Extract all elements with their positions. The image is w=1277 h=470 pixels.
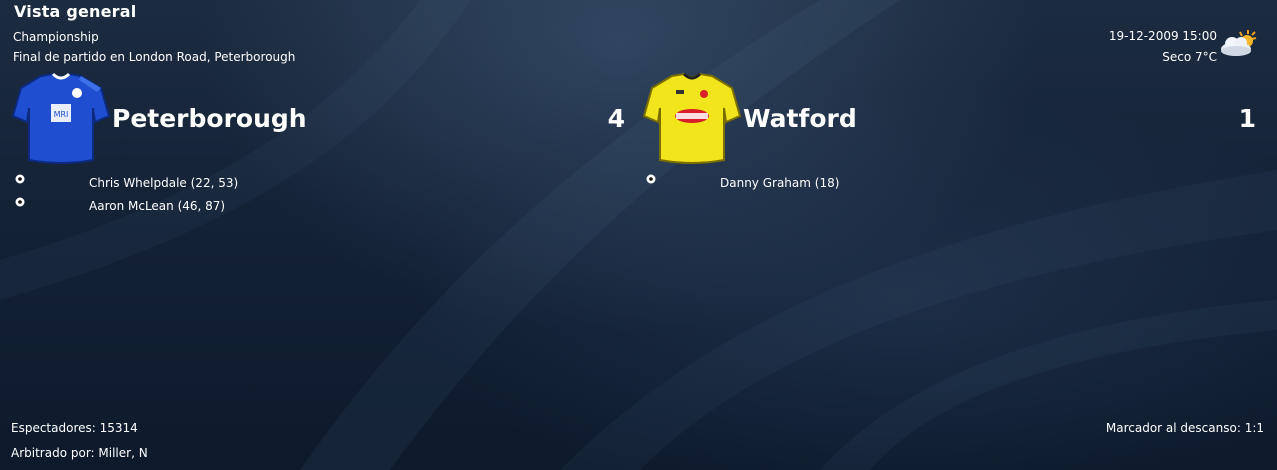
partly-cloudy-icon [1221,30,1257,56]
weather-label: Seco 7°C [1162,50,1217,64]
home-team-name[interactable]: Peterborough [112,104,307,133]
away-scorer-row: Danny Graham (18) [646,174,906,194]
home-score: 4 [607,104,625,133]
home-shirt-icon: MRI [11,72,111,164]
home-scorer-row: Aaron McLean (46, 87) [15,197,275,217]
match-datetime: 19-12-2009 15:00 [1108,29,1217,43]
svg-text:MRI: MRI [54,110,69,119]
home-scorer-row: Chris Whelpdale (22, 53) [15,174,275,194]
away-shirt-icon [642,72,742,164]
home-scorer-2[interactable]: Aaron McLean (46, 87) [89,199,225,213]
away-score: 1 [1238,104,1256,133]
away-scorer-1[interactable]: Danny Graham (18) [720,176,839,190]
football-icon [15,197,25,207]
football-icon [646,174,656,184]
attendance-label: Espectadores: 15314 [11,421,138,435]
referee-label: Arbitrado por: Miller, N [11,446,148,460]
background-swoosh [0,0,1277,470]
competition-label: Championship [13,30,99,44]
venue-label: Final de partido en London Road, Peterbo… [13,50,296,64]
football-icon [15,174,25,184]
home-scorer-1[interactable]: Chris Whelpdale (22, 53) [89,176,238,190]
page-title: Vista general [14,2,137,21]
halftime-score-label: Marcador al descanso: 1:1 [1105,421,1264,435]
away-team-name[interactable]: Watford [743,104,857,133]
